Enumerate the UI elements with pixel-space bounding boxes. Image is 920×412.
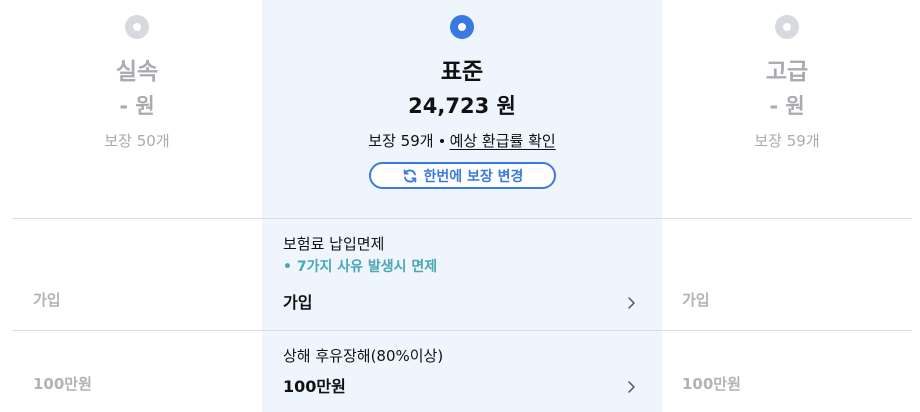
plan-standard-coverage: 보장 59개	[368, 132, 434, 150]
plan-basic-price: - 원	[119, 94, 155, 118]
row-premium-waiver-subtitle: • 7가지 사유 발생시 면제	[283, 259, 438, 275]
row-premium-waiver-basic-value: 가입	[33, 291, 61, 309]
separator-dot	[439, 138, 444, 143]
plan-standard-name[interactable]: 표준	[362, 52, 562, 86]
change-all-coverage-button[interactable]: 한번에 보장 변경	[369, 162, 556, 189]
row-premium-waiver-title: 보험료 납입면제	[283, 235, 385, 253]
row-premium-waiver-standard-value[interactable]: 가입	[283, 289, 312, 313]
row-divider	[12, 330, 912, 331]
plan-premium-radio-icon[interactable]	[775, 15, 799, 39]
chevron-right-icon[interactable]	[624, 296, 638, 310]
plan-basic-name[interactable]: 실속	[37, 52, 237, 86]
plan-premium-name[interactable]: 고급	[687, 52, 887, 86]
plan-premium-price: - 원	[769, 94, 805, 118]
plan-standard-coverage-line: 보장 59개 예상 환급률 확인	[312, 130, 612, 151]
row-disability-basic-value: 100만원	[33, 375, 92, 393]
refresh-icon	[403, 169, 416, 182]
plan-basic-coverage: 보장 50개	[104, 132, 170, 150]
row-disability-standard-value[interactable]: 100만원	[283, 373, 346, 397]
row-disability-premium-value: 100만원	[682, 375, 741, 393]
plan-standard-radio-icon[interactable]	[450, 15, 474, 39]
header-divider	[12, 218, 912, 219]
row-disability-title: 상해 후유장해(80%이상)	[283, 347, 444, 365]
refund-rate-link[interactable]: 예상 환급률 확인	[450, 130, 556, 151]
plan-standard-price: 24,723 원	[408, 94, 516, 118]
plan-premium-coverage: 보장 59개	[754, 132, 820, 150]
plan-basic-radio-icon[interactable]	[125, 15, 149, 39]
row-premium-waiver-premium-value: 가입	[682, 291, 710, 309]
chevron-right-icon[interactable]	[624, 380, 638, 394]
change-all-coverage-label: 한번에 보장 변경	[423, 168, 524, 185]
